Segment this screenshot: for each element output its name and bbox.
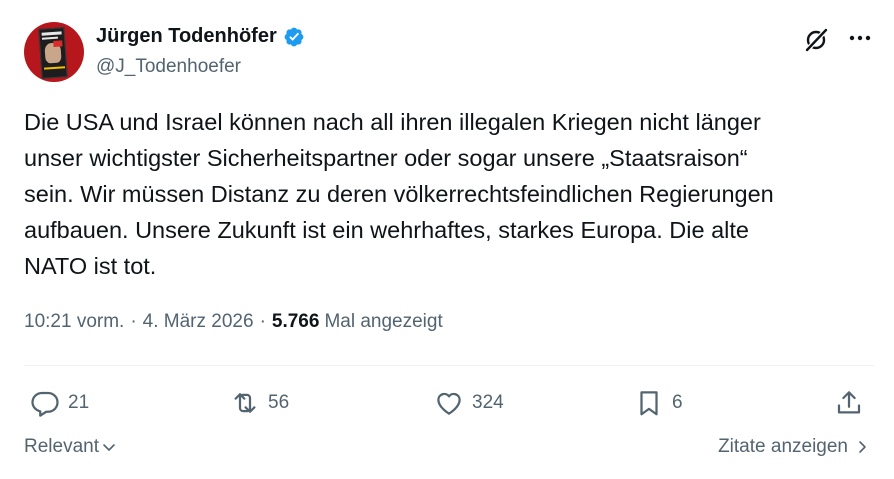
repost-icon	[234, 393, 256, 413]
like-count: 324	[472, 392, 504, 413]
like-icon	[437, 392, 461, 415]
bookmark-count: 6	[672, 392, 683, 413]
tweet-header: Jürgen Todenhöfer @J_Todenhoefer	[24, 22, 874, 86]
reply-button[interactable]: 21	[30, 383, 89, 423]
sort-label: Relevant	[24, 436, 99, 457]
grok-icon[interactable]	[802, 26, 830, 54]
views-label[interactable]: Mal angezeigt	[324, 311, 442, 333]
avatar[interactable]	[24, 22, 84, 82]
replies-footer: Relevant Zitate anzeigen	[24, 436, 874, 464]
divider	[24, 365, 874, 366]
tweet-meta: 10:21 vorm. · 4. März 2026 · 5.766 Mal a…	[24, 311, 443, 333]
meta-separator: ·	[130, 311, 137, 332]
view-quotes-link[interactable]: Zitate anzeigen	[718, 436, 870, 458]
avatar-book-image	[38, 27, 68, 79]
share-icon	[837, 391, 861, 414]
tweet-date[interactable]: 4. März 2026	[143, 311, 254, 333]
action-bar: 21 56 324 6	[24, 383, 874, 423]
tweet-text: Die USA und Israel können nach all ihren…	[24, 109, 774, 279]
chevron-down-icon	[103, 444, 115, 451]
verified-badge-icon[interactable]	[283, 26, 305, 48]
sort-dropdown[interactable]: Relevant	[24, 436, 117, 458]
bookmark-button[interactable]: 6	[634, 383, 683, 423]
author-name-row: Jürgen Todenhöfer	[96, 25, 305, 48]
author-name[interactable]: Jürgen Todenhöfer	[96, 25, 277, 48]
repost-button[interactable]: 56	[230, 383, 289, 423]
meta-separator: ·	[259, 311, 266, 332]
more-icon[interactable]	[848, 32, 872, 44]
repost-count: 56	[268, 392, 290, 413]
reply-icon	[31, 391, 59, 417]
views-count[interactable]: 5.766	[272, 311, 320, 333]
chevron-right-icon	[859, 441, 866, 453]
quotes-label: Zitate anzeigen	[718, 436, 848, 457]
author-handle[interactable]: @J_Todenhoefer	[96, 56, 241, 78]
bookmark-icon	[640, 391, 658, 416]
like-button[interactable]: 324	[434, 383, 504, 423]
share-button[interactable]	[834, 383, 864, 423]
reply-count: 21	[68, 392, 90, 413]
tweet-time[interactable]: 10:21 vorm.	[24, 311, 124, 333]
